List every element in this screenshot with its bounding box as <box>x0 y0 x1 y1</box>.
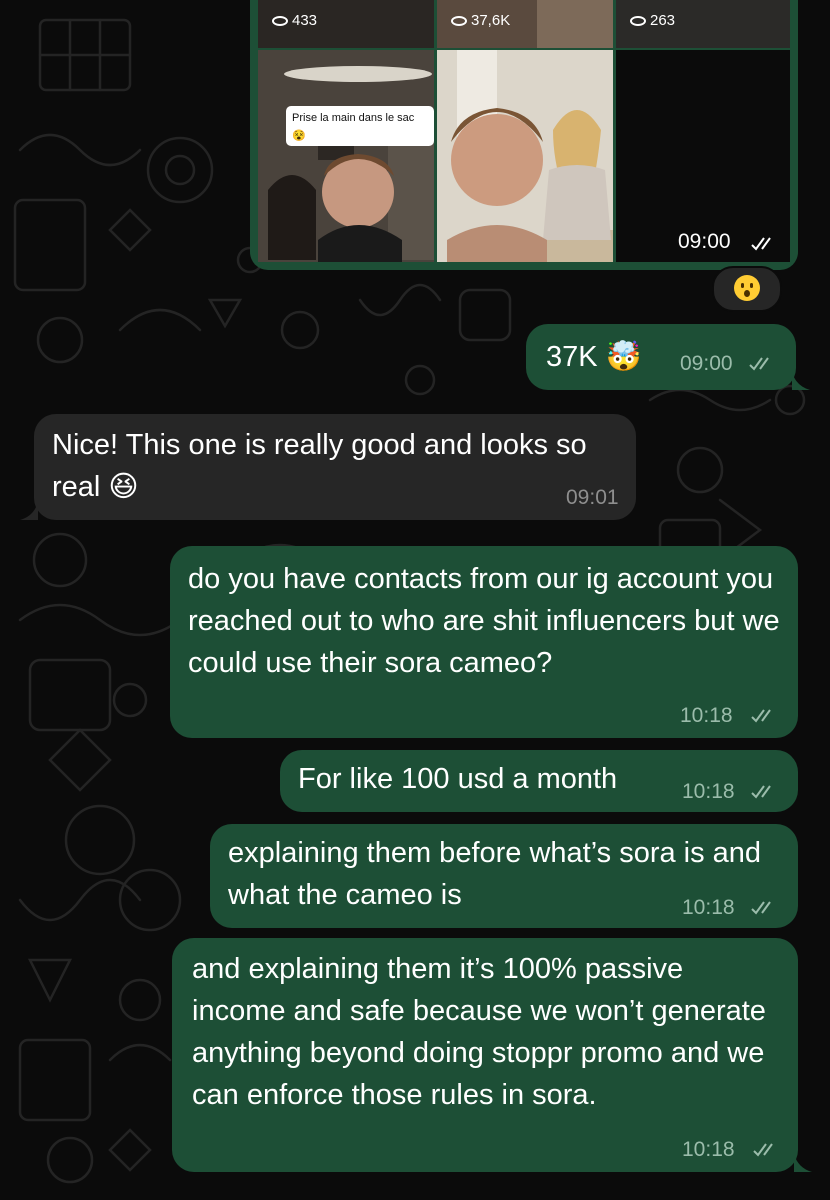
message-time: 09:00 <box>678 230 731 253</box>
bubble-tail <box>792 372 810 390</box>
read-receipt-double-check-icon <box>749 357 769 371</box>
read-receipt-double-check-icon <box>751 785 771 799</box>
astonished-face-icon <box>734 275 760 301</box>
outgoing-message[interactable]: and explaining them it’s 100% passive in… <box>172 938 798 1172</box>
read-receipt-double-check-icon <box>751 237 771 251</box>
message-time: 09:00 <box>680 352 733 375</box>
outgoing-message[interactable]: explaining them before what’s sora is an… <box>210 824 798 928</box>
incoming-message[interactable]: Nice! This one is really good and looks … <box>34 414 636 520</box>
video-frame-image <box>258 50 434 262</box>
video-thumbnail-2[interactable]: 37,6K <box>437 0 613 48</box>
bubble-tail <box>20 502 38 520</box>
message-time: 10:18 <box>682 896 735 919</box>
video-thumbnail-3[interactable]: 263 <box>616 0 790 48</box>
message-text: 37K 🤯 <box>546 341 642 373</box>
outgoing-message[interactable]: 37K 🤯 09:00 <box>526 324 796 390</box>
outgoing-message[interactable]: For like 100 usd a month 10:18 <box>280 750 798 812</box>
read-receipt-double-check-icon <box>753 1143 773 1157</box>
message-time: 10:18 <box>682 780 735 803</box>
message-text: Nice! This one is really good and looks … <box>52 429 587 503</box>
video-thumbnail-4[interactable]: Prise la main dans le sac 😵 <box>258 50 434 262</box>
message-time: 10:18 <box>682 1138 735 1161</box>
outgoing-message[interactable]: do you have contacts from our ig account… <box>170 546 798 738</box>
message-time: 10:18 <box>680 704 733 727</box>
message-text: and explaining them it’s 100% passive in… <box>192 953 766 1111</box>
view-count: 37,6K <box>471 12 511 29</box>
view-count: 433 <box>292 12 318 29</box>
message-text: do you have contacts from our ig account… <box>188 563 780 679</box>
video-thumbnail-1[interactable]: 433 <box>258 0 434 48</box>
read-receipt-double-check-icon <box>751 901 771 915</box>
read-receipt-double-check-icon <box>751 709 771 723</box>
view-count: 263 <box>650 12 676 29</box>
message-time: 09:01 <box>566 486 619 509</box>
message-text: For like 100 usd a month <box>298 763 618 795</box>
video-thumbnail-5[interactable] <box>437 50 613 262</box>
video-caption-overlay: Prise la main dans le sac 😵 <box>286 106 434 146</box>
video-frame-image <box>437 50 613 262</box>
views-eye-icon <box>272 16 288 26</box>
message-reaction[interactable]: 😮 <box>712 266 782 312</box>
media-message[interactable]: 433 37,6K 263 Prise la main dans le sac … <box>250 0 798 270</box>
bubble-tail <box>794 1154 812 1172</box>
views-eye-icon <box>451 16 467 26</box>
views-eye-icon <box>630 16 646 26</box>
